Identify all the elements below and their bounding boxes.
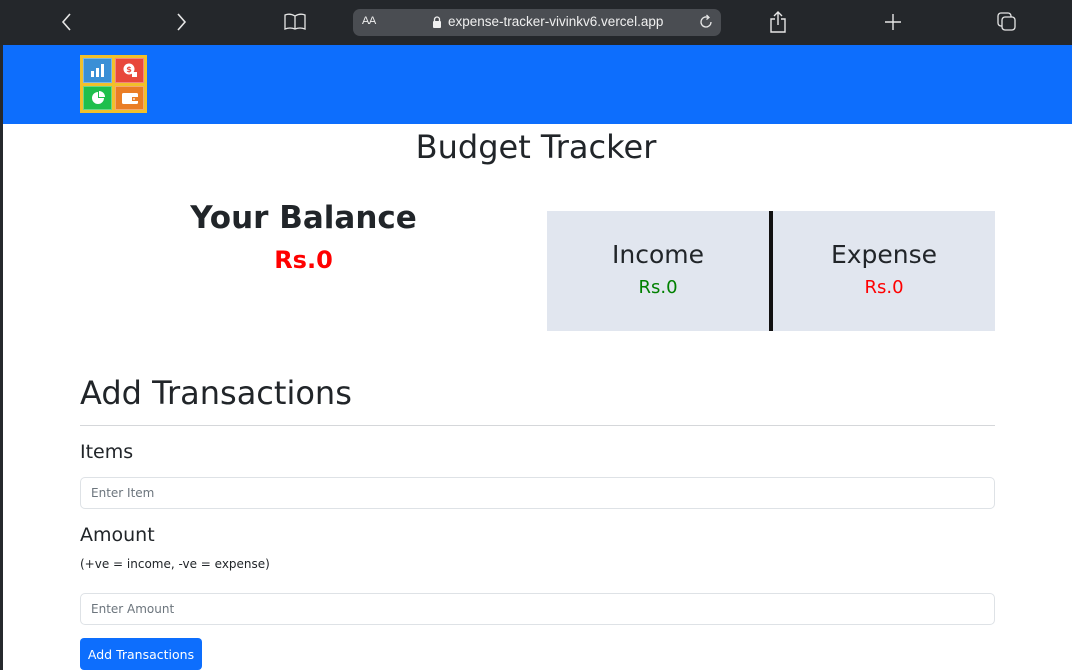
balance-section: Your Balance Rs.0 [80, 195, 527, 279]
amount-label: Amount [80, 524, 155, 546]
balance-value: Rs.0 [274, 246, 333, 274]
add-transactions-heading: Add Transactions [80, 374, 352, 412]
income-label: Income [612, 240, 704, 269]
bar-chart-icon [90, 64, 104, 78]
logo-tile-pie-chart [83, 85, 112, 110]
logo-tile-wallet [115, 85, 144, 110]
income-panel: Income Rs.0 [547, 211, 769, 331]
reload-icon[interactable] [697, 13, 715, 31]
expense-value: Rs.0 [864, 277, 904, 298]
forward-button[interactable] [166, 8, 196, 36]
text-size-button[interactable]: AA [362, 15, 376, 27]
app-logo[interactable]: $ [80, 55, 147, 113]
amount-hint: (+ve = income, -ve = expense) [80, 557, 270, 571]
app-navbar: $ [3, 45, 1072, 124]
browser-toolbar: AA expense-tracker-vivinkv6.vercel.app [0, 0, 1072, 45]
money-bag-icon: $ [123, 63, 137, 78]
logo-tile-bar-chart [83, 58, 112, 83]
new-tab-button[interactable] [878, 8, 908, 36]
chevron-right-icon [177, 13, 187, 31]
income-expense-summary: Income Rs.0 Expense Rs.0 [547, 211, 995, 331]
page-title: Budget Tracker [415, 128, 657, 166]
item-input[interactable] [80, 477, 995, 509]
pie-chart-icon [91, 90, 105, 104]
amount-input[interactable] [80, 593, 995, 625]
url-text: expense-tracker-vivinkv6.vercel.app [448, 14, 664, 29]
add-transaction-button[interactable]: Add Transactions [80, 638, 202, 670]
svg-text:$: $ [126, 65, 132, 74]
plus-icon [885, 14, 901, 30]
expense-label: Expense [830, 240, 938, 269]
section-divider [80, 425, 995, 426]
tabs-button[interactable] [992, 8, 1022, 36]
share-button[interactable] [763, 8, 793, 36]
tabs-icon [997, 12, 1016, 31]
logo-tile-money: $ [115, 58, 144, 83]
back-button[interactable] [52, 8, 82, 36]
balance-label: Your Balance [190, 200, 417, 236]
address-bar[interactable]: AA expense-tracker-vivinkv6.vercel.app [353, 9, 721, 36]
book-icon [284, 13, 306, 30]
lock-icon [433, 16, 441, 28]
income-value: Rs.0 [638, 277, 678, 298]
chevron-left-icon [61, 13, 71, 31]
share-icon [770, 11, 786, 33]
items-label: Items [80, 441, 134, 463]
wallet-icon [121, 92, 138, 104]
expense-panel: Expense Rs.0 [773, 211, 995, 331]
bookmarks-button[interactable] [280, 8, 310, 36]
